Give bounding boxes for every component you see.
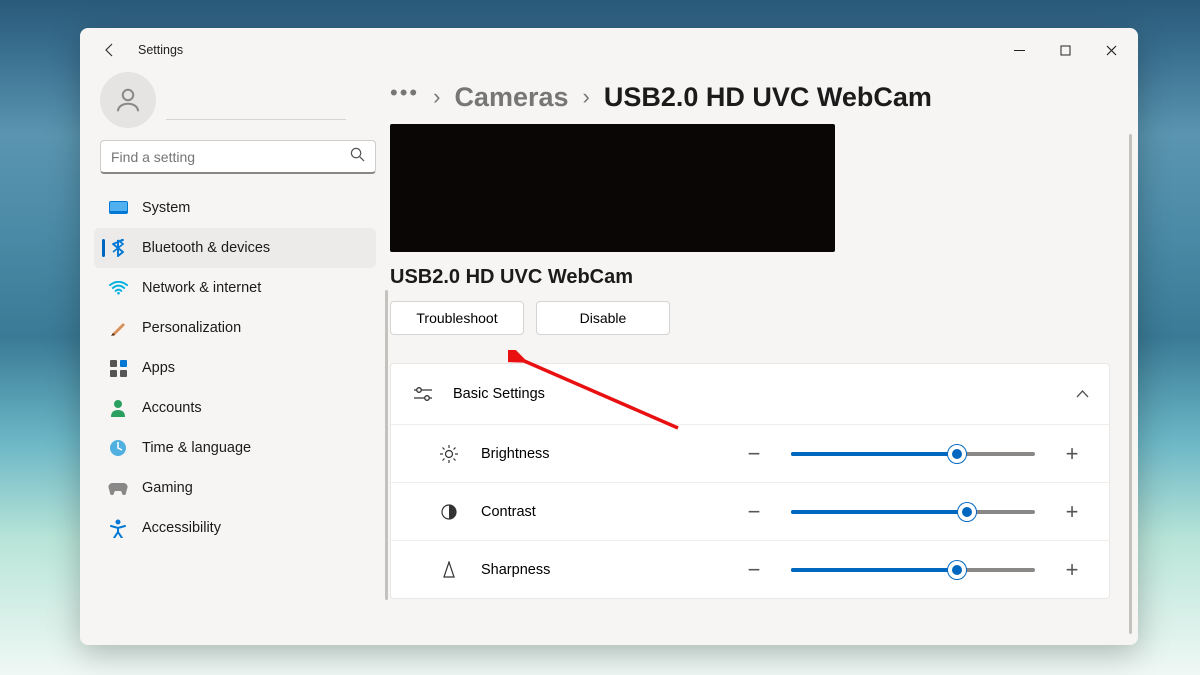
search-field[interactable] [111,149,350,165]
nav-label: Bluetooth & devices [142,240,270,256]
accessibility-icon [108,518,128,538]
person-icon [108,398,128,418]
sidebar-scrollbar[interactable] [385,290,388,600]
profile-block[interactable] [94,72,382,136]
chevron-up-icon [1076,385,1089,403]
maximize-button[interactable] [1042,34,1088,66]
basic-settings-header[interactable]: Basic Settings [391,364,1109,424]
brightness-icon [437,445,461,463]
basic-settings-title: Basic Settings [453,386,1076,402]
close-button[interactable] [1088,34,1134,66]
nav-label: Accessibility [142,520,221,536]
content-area: System Bluetooth & devices Network & int… [80,72,1138,645]
sidebar-item-bluetooth-devices[interactable]: Bluetooth & devices [94,228,376,268]
brightness-slider[interactable] [791,444,1035,464]
breadcrumb-parent[interactable]: Cameras [454,82,568,113]
basic-settings-card: Basic Settings Brightness − + [390,363,1110,599]
nav-label: Time & language [142,440,251,456]
disable-button[interactable]: Disable [536,301,670,335]
sidebar-item-system[interactable]: System [94,188,376,228]
device-name: USB2.0 HD UVC WebCam [390,266,1110,289]
nav-label: Personalization [142,320,241,336]
nav-list: System Bluetooth & devices Network & int… [94,188,382,548]
wifi-icon [108,278,128,298]
setting-row-sharpness: Sharpness − + [391,540,1109,598]
action-row: Troubleshoot Disable [390,301,1110,335]
app-title: Settings [138,43,183,57]
sidebar-item-accounts[interactable]: Accounts [94,388,376,428]
nav-label: Network & internet [142,280,261,296]
sidebar-item-accessibility[interactable]: Accessibility [94,508,376,548]
setting-label: Brightness [481,446,621,462]
nav-label: Gaming [142,480,193,496]
profile-name-placeholder [166,80,346,120]
increase-button[interactable]: + [1055,437,1089,471]
sidebar-item-apps[interactable]: Apps [94,348,376,388]
breadcrumb-more-icon[interactable]: ••• [390,80,419,114]
system-icon [108,198,128,218]
paintbrush-icon [108,318,128,338]
avatar [100,72,156,128]
sidebar-item-gaming[interactable]: Gaming [94,468,376,508]
minimize-button[interactable] [996,34,1042,66]
sharpness-slider[interactable] [791,560,1035,580]
contrast-slider[interactable] [791,502,1035,522]
back-button[interactable] [96,36,124,64]
decrease-button[interactable]: − [737,553,771,587]
sidebar-item-time-language[interactable]: Time & language [94,428,376,468]
nav-label: System [142,200,190,216]
bluetooth-icon [108,238,128,258]
main-scrollbar[interactable] [1129,134,1132,634]
setting-label: Contrast [481,504,621,520]
decrease-button[interactable]: − [737,495,771,529]
window-controls [996,34,1134,66]
nav-label: Apps [142,360,175,376]
titlebar: Settings [80,28,1138,72]
breadcrumb: ••• › Cameras › USB2.0 HD UVC WebCam [390,72,1110,124]
main-panel: ••• › Cameras › USB2.0 HD UVC WebCam USB… [390,72,1138,645]
settings-window: Settings Sy [80,28,1138,645]
sidebar-item-personalization[interactable]: Personalization [94,308,376,348]
sidebar: System Bluetooth & devices Network & int… [80,72,390,645]
search-icon [350,147,365,167]
sharpness-icon [437,561,461,578]
increase-button[interactable]: + [1055,495,1089,529]
decrease-button[interactable]: − [737,437,771,471]
sidebar-item-network[interactable]: Network & internet [94,268,376,308]
camera-preview [390,124,835,252]
increase-button[interactable]: + [1055,553,1089,587]
nav-label: Accounts [142,400,202,416]
setting-row-brightness: Brightness − + [391,424,1109,482]
setting-label: Sharpness [481,562,621,578]
chevron-right-icon: › [433,84,440,110]
troubleshoot-button[interactable]: Troubleshoot [390,301,524,335]
breadcrumb-current: USB2.0 HD UVC WebCam [604,82,932,113]
search-input[interactable] [100,140,376,174]
sliders-icon [411,387,435,401]
clock-globe-icon [108,438,128,458]
setting-row-contrast: Contrast − + [391,482,1109,540]
chevron-right-icon: › [583,84,590,110]
gamepad-icon [108,478,128,498]
apps-icon [108,358,128,378]
contrast-icon [437,504,461,520]
